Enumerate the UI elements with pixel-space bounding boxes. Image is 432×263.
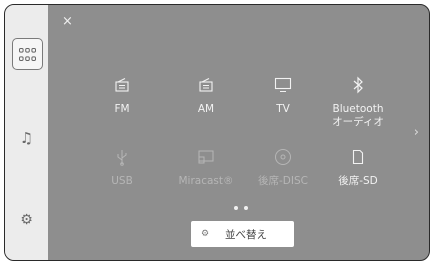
source-rear-disc: 後席-DISC [245,145,321,188]
source-label: TV [276,103,290,115]
chevron-right-icon: › [413,125,419,140]
source-usb: USB [84,145,160,188]
source-label: Bluetooth オーディオ [332,103,384,128]
source-bluetooth[interactable]: Bluetooth オーディオ [320,73,396,129]
source-label: 後席-SD [338,175,378,187]
grid-icon [19,47,36,61]
miracast-icon [168,145,244,169]
disc-icon [245,145,321,169]
source-label: AM [197,103,215,115]
source-miracast: Miracast® [168,145,244,188]
source-rear-sd[interactable]: 後席-SD [320,145,396,188]
usb-icon [84,145,160,169]
main-panel: × FM AM TV Bluetooth オーディオ USB Miracast®… [48,5,429,260]
sidebar: ♫ ⚙ [5,5,48,260]
source-tv[interactable]: TV [245,73,321,116]
sort-button-label: 並べ替え [225,228,267,241]
source-label: Miracast® [178,175,234,187]
menu-button[interactable] [12,38,43,70]
source-am[interactable]: AM [168,73,244,116]
close-button[interactable]: × [62,14,73,29]
radio-icon [168,73,244,97]
tv-icon [245,73,321,97]
close-icon: × [62,14,73,29]
page-dot [234,206,238,210]
bluetooth-icon [320,73,396,97]
radio-icon [84,73,160,97]
next-page-button[interactable]: › [414,125,419,140]
source-label: FM [114,103,130,115]
gear-icon: ⚙ [200,229,210,239]
source-fm[interactable]: FM [84,73,160,116]
sort-button[interactable]: ⚙ 並べ替え [191,221,294,247]
sd-card-icon [320,145,396,169]
source-label: 後席-DISC [258,175,308,187]
source-label: USB [111,175,133,187]
page-indicator [234,206,248,210]
page-dot [244,206,248,210]
screen-frame: ♫ ⚙ × FM AM TV Bluetooth オーディオ USB Mirac… [4,4,430,261]
gear-icon: ⚙ [20,212,33,228]
settings-button[interactable]: ⚙ [12,207,41,233]
music-button[interactable]: ♫ [12,125,41,151]
music-note-icon: ♫ [19,129,34,147]
